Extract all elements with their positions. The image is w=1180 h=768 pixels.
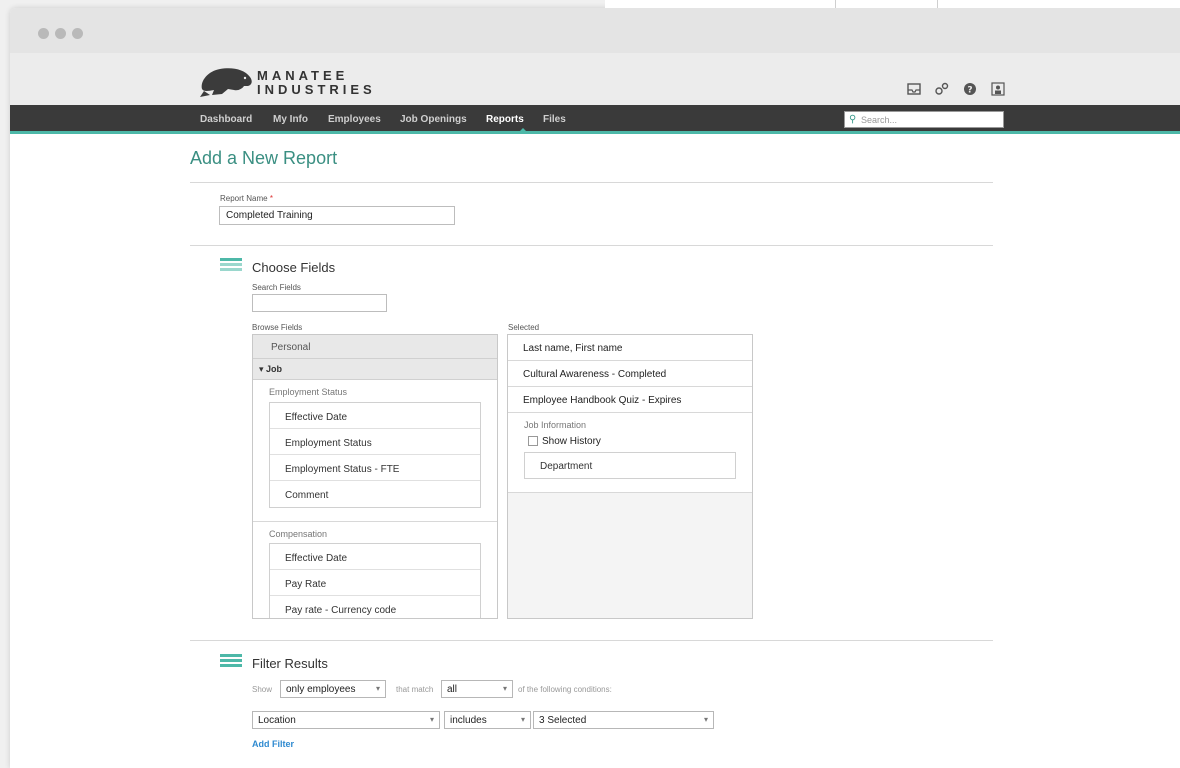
match-select-value: all <box>447 684 458 695</box>
chevron-down-icon: ▾ <box>520 715 525 724</box>
selected-label: Selected <box>508 323 540 332</box>
svg-text:?: ? <box>967 86 972 96</box>
search-fields-input[interactable] <box>252 294 387 312</box>
filter-operator-select[interactable]: includes ▾ <box>444 711 531 729</box>
filter-table-icon <box>220 654 242 668</box>
window-titlebar <box>10 8 1180 53</box>
required-mark: * <box>269 194 273 203</box>
group-job[interactable]: ▾ Job <box>253 359 497 380</box>
report-name-label-text: Report Name <box>220 194 268 203</box>
selected-fields-panel[interactable]: Last name, First name Cultural Awareness… <box>507 334 753 619</box>
search-placeholder: Search... <box>861 115 898 125</box>
show-select[interactable]: only employees ▾ <box>280 680 386 698</box>
search-icon: ⚲ <box>849 114 857 125</box>
search-fields-label: Search Fields <box>252 283 301 292</box>
help-icon[interactable]: ? <box>962 82 978 96</box>
conditions-label: of the following conditions: <box>518 685 612 694</box>
group-personal[interactable]: Personal <box>253 335 497 359</box>
nav-employees[interactable]: Employees <box>328 114 381 125</box>
divider <box>190 245 993 246</box>
show-history-label: Show History <box>542 436 601 447</box>
brand-name-line1: MANATEE <box>257 68 349 83</box>
filter-results-title: Filter Results <box>252 656 328 671</box>
tab-divider <box>835 0 836 8</box>
filter-field-select[interactable]: Location ▾ <box>252 711 440 729</box>
field-item[interactable]: Effective Date <box>270 403 480 429</box>
field-item[interactable]: Pay rate - Currency code <box>270 596 480 618</box>
nav-dashboard[interactable]: Dashboard <box>200 114 252 125</box>
nav-files[interactable]: Files <box>543 114 566 125</box>
inbox-icon[interactable] <box>906 82 922 96</box>
selected-item-department[interactable]: Department <box>524 452 736 479</box>
chevron-down-icon: ▾ <box>703 715 708 724</box>
divider <box>190 640 993 641</box>
manatee-logo-icon <box>200 68 252 97</box>
filter-values-value: 3 Selected <box>539 715 587 726</box>
selected-item[interactable]: Employee Handbook Quiz - Expires <box>508 387 752 413</box>
group-divider <box>253 521 497 522</box>
people-icon[interactable] <box>934 82 950 96</box>
report-name-value: Completed Training <box>226 210 313 221</box>
chevron-down-icon: ▾ <box>429 715 434 724</box>
brand-name-line2: INDUSTRIES <box>257 82 376 97</box>
brand-bar: MANATEE INDUSTRIES ? <box>10 53 1180 105</box>
table-icon <box>220 258 242 272</box>
report-name-input[interactable]: Completed Training <box>219 206 455 225</box>
choose-fields-title: Choose Fields <box>252 260 336 275</box>
compensation-fields: Effective Date Pay Rate Pay rate - Curre… <box>269 543 481 618</box>
selected-item[interactable]: Last name, First name <box>508 335 752 361</box>
tab-divider <box>937 0 938 8</box>
show-label: Show <box>252 685 273 694</box>
divider <box>190 182 993 183</box>
user-icon[interactable] <box>990 82 1006 96</box>
field-item[interactable]: Employment Status - FTE <box>270 455 480 481</box>
employment-status-label: Employment Status <box>269 387 348 397</box>
window-dot[interactable] <box>38 28 49 39</box>
job-information-label: Job Information <box>524 420 587 430</box>
show-history-checkbox[interactable] <box>528 436 538 446</box>
browse-fields-panel[interactable]: Personal ▾ Job Employment Status Effecti… <box>252 334 498 619</box>
nav-my-info[interactable]: My Info <box>273 114 308 125</box>
nav-reports[interactable]: Reports <box>486 114 524 125</box>
match-select[interactable]: all ▾ <box>441 680 513 698</box>
match-label: that match <box>396 685 434 694</box>
search-input[interactable]: ⚲ Search... <box>844 111 1004 128</box>
job-information-block: Job Information Show History Department <box>508 413 752 493</box>
window-dot[interactable] <box>55 28 66 39</box>
page-title: Add a New Report <box>190 148 338 168</box>
browser-tabstrip <box>605 0 1180 8</box>
show-select-value: only employees <box>286 684 356 695</box>
header-icons: ? <box>906 82 1006 96</box>
nav-job-openings[interactable]: Job Openings <box>400 114 467 125</box>
chevron-down-icon: ▾ <box>502 684 507 693</box>
employment-status-fields: Effective Date Employment Status Employm… <box>269 402 481 508</box>
chevron-down-icon: ▾ <box>375 684 380 693</box>
field-item[interactable]: Employment Status <box>270 429 480 455</box>
filter-operator-value: includes <box>450 715 487 726</box>
add-filter-link[interactable]: Add Filter <box>252 739 294 749</box>
main-nav: Dashboard My Info Employees Job Openings… <box>10 105 1180 134</box>
field-item[interactable]: Pay Rate <box>270 570 480 596</box>
active-nav-indicator <box>517 128 529 134</box>
report-name-label: Report Name * <box>220 194 273 203</box>
selected-item[interactable]: Cultural Awareness - Completed <box>508 361 752 387</box>
field-item[interactable]: Comment <box>270 481 480 507</box>
browse-fields-label: Browse Fields <box>252 323 303 332</box>
compensation-label: Compensation <box>269 529 328 539</box>
filter-field-value: Location <box>258 715 296 726</box>
field-item[interactable]: Effective Date <box>270 544 480 570</box>
window-dot[interactable] <box>72 28 83 39</box>
filter-values-select[interactable]: 3 Selected ▾ <box>533 711 714 729</box>
